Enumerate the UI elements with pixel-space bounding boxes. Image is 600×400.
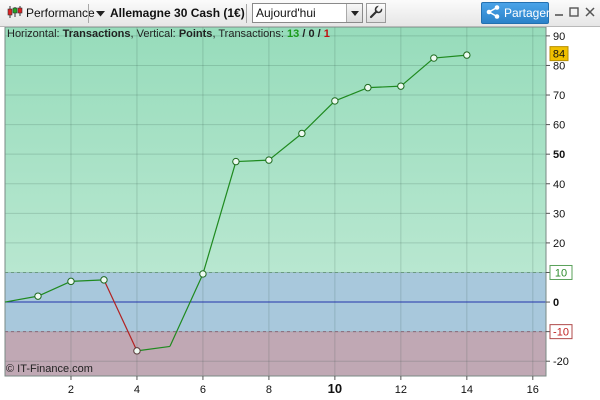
data-point — [34, 292, 42, 300]
y-tick-label: 30 — [553, 208, 565, 220]
chart-info-bar: Horizontal: Transactions, Vertical: Poin… — [7, 28, 330, 40]
x-tick-label: 8 — [266, 384, 272, 396]
count-separator: / — [314, 28, 324, 40]
vertical-prefix: , Vertical: — [130, 28, 176, 40]
share-icon — [486, 4, 500, 22]
data-point — [265, 156, 273, 164]
close-icon — [585, 6, 595, 20]
y-tick-label: -10 — [553, 327, 569, 339]
x-tick-label: 12 — [395, 384, 407, 396]
data-point — [331, 97, 339, 105]
settings-button[interactable] — [366, 3, 386, 23]
y-tick-label: 20 — [553, 238, 565, 250]
performance-button[interactable]: Performance — [3, 3, 99, 23]
vertical-axis-value: Points — [178, 28, 213, 40]
y-tick-label: 60 — [553, 120, 565, 132]
y-tick-label: -20 — [553, 356, 569, 368]
data-point — [67, 277, 75, 286]
chevron-down-icon[interactable] — [346, 4, 362, 22]
toolbar: Performance Allemagne 30 Cash (1€) Aujou… — [0, 0, 600, 27]
performance-label: Performance — [26, 6, 95, 20]
instrument-button[interactable]: Allemagne 30 Cash (1€) — [93, 3, 248, 23]
data-point — [298, 129, 306, 138]
candlestick-icon — [7, 5, 23, 22]
maximize-button[interactable] — [568, 6, 580, 20]
y-tick-label: 0 — [553, 297, 559, 309]
horizontal-axis-value: Transactions — [62, 28, 131, 40]
y-tick-label: 90 — [553, 31, 565, 43]
chart-canvas: -20 -10 0 10 20 30 40 50 60 70 80 90 84 2 4 6 8 10 12 14 16 — [4, 27, 573, 396]
minimize-icon — [554, 6, 564, 20]
transactions-prefix: , Transactions: — [212, 28, 284, 40]
y-tick-label: 10 — [555, 267, 567, 279]
x-tick-label: 2 — [68, 384, 74, 396]
data-point — [232, 157, 240, 166]
x-tick-label: 4 — [134, 384, 140, 396]
share-label: Partager — [504, 6, 551, 20]
x-tick-label: 16 — [527, 384, 539, 396]
data-point — [397, 82, 405, 90]
data-point — [133, 347, 141, 355]
toolbar-divider — [88, 4, 89, 23]
data-point — [430, 54, 438, 62]
x-tick-label: 10 — [328, 381, 342, 396]
y-tick-label: 50 — [553, 149, 565, 161]
data-point — [199, 270, 207, 278]
y-tick-label: 80 — [553, 60, 565, 72]
period-value: Aujourd'hui — [256, 6, 316, 20]
winning-count: 13 — [287, 28, 300, 40]
share-button[interactable]: Partager — [481, 2, 551, 24]
toolbar-divider — [246, 4, 247, 23]
maximize-icon — [569, 6, 579, 20]
performance-chart[interactable]: -20 -10 0 10 20 30 40 50 60 70 80 90 84 2 4 6 8 10 12 14 16 … — [0, 27, 600, 400]
y-tick-label: 70 — [553, 90, 565, 102]
close-button[interactable] — [584, 6, 596, 20]
minimize-button[interactable] — [553, 6, 565, 20]
wrench-icon — [369, 4, 383, 22]
current-value-label: 84 — [553, 49, 565, 61]
copyright-label: © IT-Finance.com — [6, 363, 93, 375]
profit-zone — [5, 27, 546, 273]
data-point — [364, 83, 372, 92]
data-point — [100, 276, 108, 284]
data-point — [463, 51, 471, 59]
losing-count: 1 — [323, 28, 330, 40]
x-tick-label: 6 — [200, 384, 206, 396]
y-tick-label: 40 — [553, 179, 565, 191]
x-tick-label: 14 — [461, 384, 473, 396]
instrument-label: Allemagne 30 Cash (1€) — [110, 6, 245, 20]
horizontal-prefix: Horizontal: — [7, 28, 60, 40]
caret-down-icon — [96, 6, 105, 20]
period-select[interactable]: Aujourd'hui — [252, 3, 363, 23]
